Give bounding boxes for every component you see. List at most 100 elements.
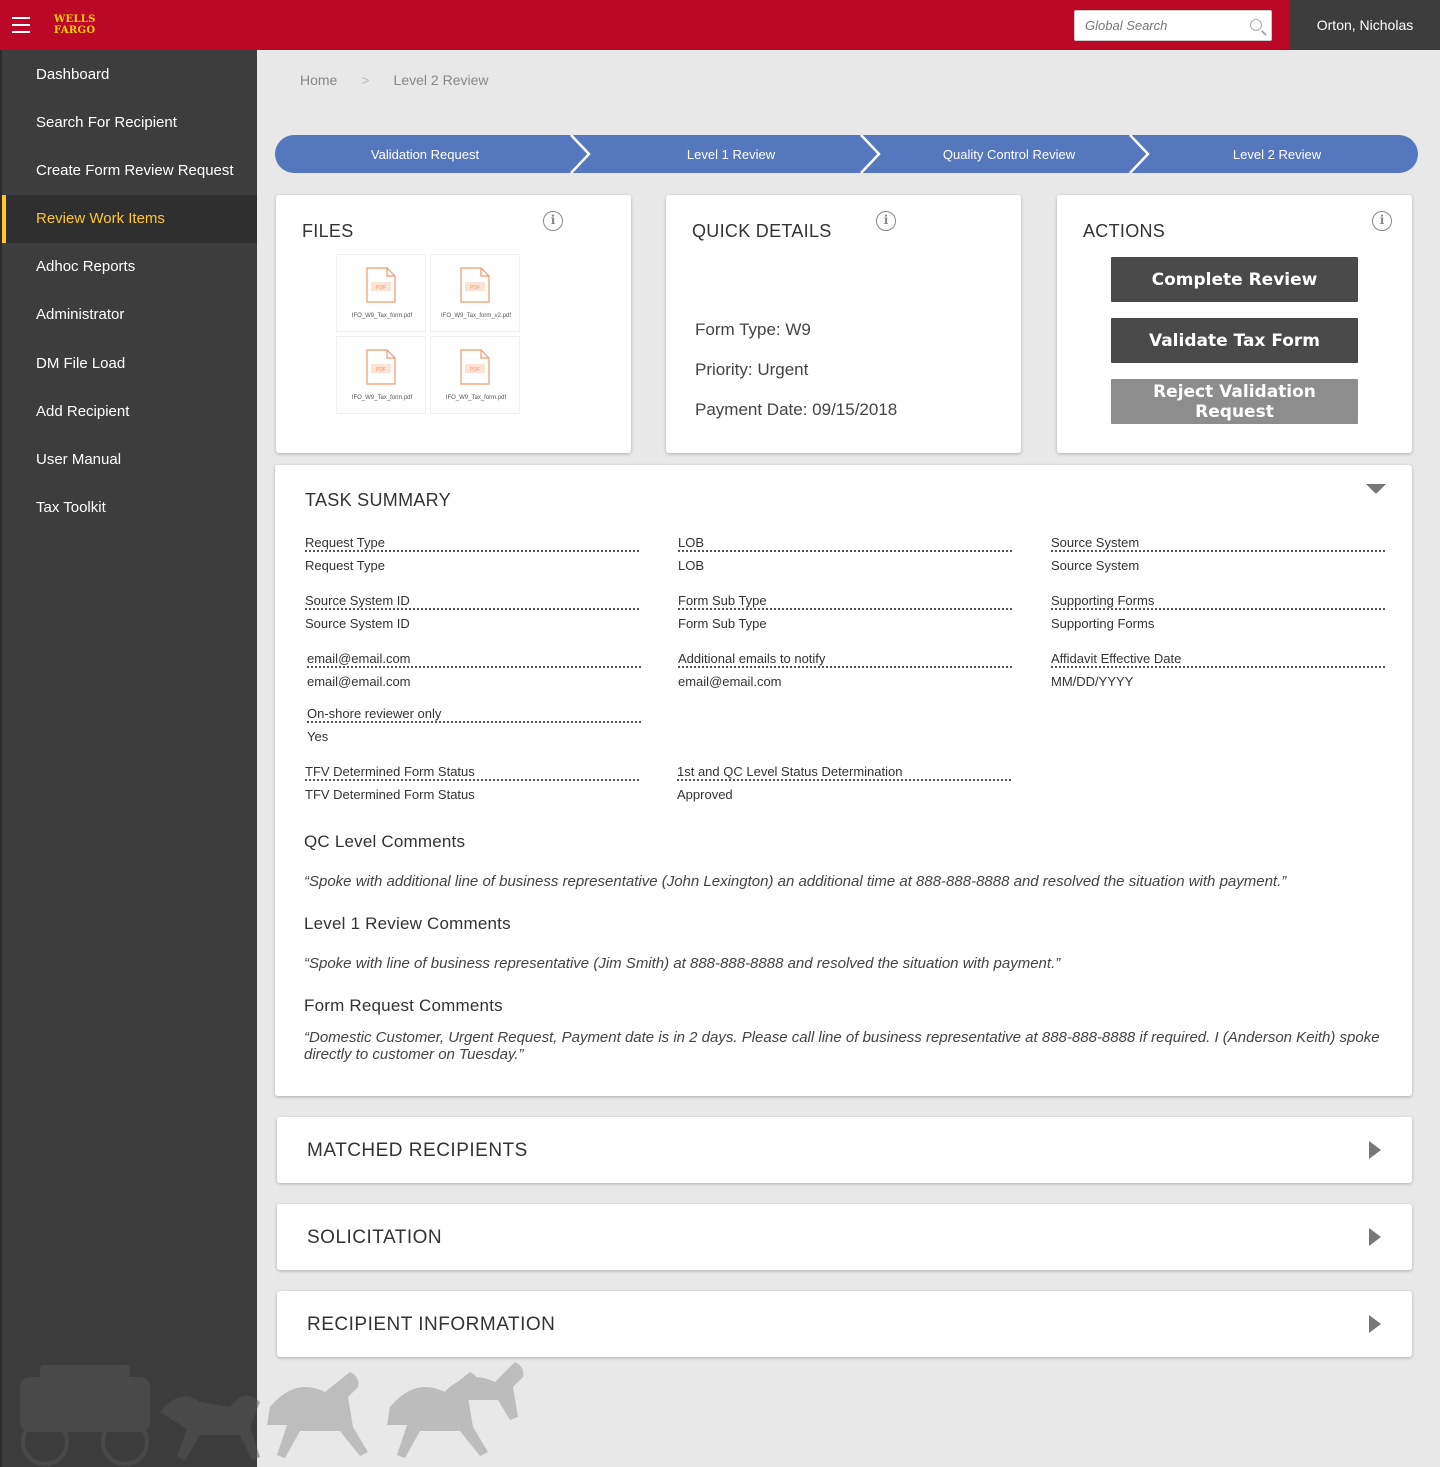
menu-icon[interactable] — [12, 17, 30, 33]
sidebar-item-review-work-items[interactable]: Review Work Items — [2, 195, 257, 243]
pdf-badge-text: PDF — [470, 285, 480, 291]
top-bar: WELLS FARGO Orton, Nicholas — [0, 0, 1440, 50]
files-title: FILES — [302, 221, 354, 241]
qc-comment: “Spoke with additional line of business … — [304, 873, 1287, 890]
recipient-information-section[interactable]: RECIPIENT INFORMATION — [277, 1291, 1412, 1357]
pdf-badge-text: PDF — [376, 285, 386, 291]
sidebar-item-administrator[interactable]: Administrator — [2, 291, 257, 339]
field-label: Source System — [1051, 534, 1385, 552]
field-value: Form Sub Type — [678, 616, 767, 631]
search-icon[interactable] — [1250, 19, 1262, 31]
field-value: Approved — [677, 787, 733, 802]
sidebar-item-search-for-recipient[interactable]: Search For Recipient — [2, 99, 257, 147]
sidebar-item-dashboard[interactable]: Dashboard — [2, 51, 257, 99]
sidebar-item-add-recipient[interactable]: Add Recipient — [2, 388, 257, 436]
global-search — [1074, 10, 1272, 41]
field-label: Request Type — [305, 534, 639, 552]
field-label: On-shore reviewer only — [307, 705, 641, 723]
sidebar-item-adhoc-reports[interactable]: Adhoc Reports — [2, 243, 257, 291]
field-value: email@email.com — [307, 674, 411, 689]
file-tile[interactable]: PDF IFO_W9_Tax_form.pdf — [430, 336, 520, 414]
field-value: Yes — [307, 729, 329, 744]
field-label: Source System ID — [305, 592, 639, 610]
field-tfv-form-status: TFV Determined Form Status TFV Determined… — [305, 763, 639, 803]
field-value: email@email.com — [678, 674, 782, 689]
field-label: 1st and QC Level Status Determination — [677, 763, 1011, 781]
info-icon[interactable]: i — [876, 211, 896, 231]
logo-line-1: WELLS — [54, 14, 96, 25]
field-source-system: Source System Source System — [1051, 534, 1385, 574]
field-onshore-reviewer: On-shore reviewer only Yes — [307, 705, 641, 745]
step-quality-control-review[interactable]: Quality Control Review — [875, 135, 1143, 173]
solicitation-section[interactable]: SOLICITATION — [277, 1204, 1412, 1270]
validate-tax-form-button[interactable]: Validate Tax Form — [1111, 318, 1358, 363]
user-menu[interactable]: Orton, Nicholas — [1290, 0, 1440, 50]
file-tile[interactable]: PDF IFO_W9_Tax_form_v2.pdf — [430, 254, 520, 332]
sidebar-item-dm-file-load[interactable]: DM File Load — [2, 340, 257, 388]
sidebar-item-user-manual[interactable]: User Manual — [2, 436, 257, 484]
global-search-input[interactable] — [1075, 11, 1245, 40]
workflow-steps: Validation Request Level 1 Review Qualit… — [275, 135, 1418, 173]
expand-arrow-icon[interactable] — [1369, 1141, 1381, 1159]
field-request-type: Request Type Request Type — [305, 534, 639, 574]
complete-review-button[interactable]: Complete Review — [1111, 257, 1358, 302]
field-label: LOB — [678, 534, 1012, 552]
field-value: Source System — [1051, 558, 1140, 573]
level-1-comment: “Spoke with line of business representat… — [304, 955, 1061, 972]
form-request-comment: “Domestic Customer, Urgent Request, Paym… — [304, 1029, 1380, 1063]
sidebar: Dashboard Search For Recipient Create Fo… — [0, 50, 257, 1467]
qc-comments-heading: QC Level Comments — [304, 832, 466, 851]
field-supporting-forms: Supporting Forms Supporting Forms — [1051, 592, 1385, 632]
quick-details-card: QUICK DETAILS i Form Type: W9 Priority: … — [666, 195, 1021, 453]
file-name: IFO_W9_Tax_form.pdf — [351, 395, 413, 401]
field-label: Form Sub Type — [678, 592, 1012, 610]
reject-validation-request-button[interactable]: Reject Validation Request — [1111, 379, 1358, 424]
section-title: RECIPIENT INFORMATION — [307, 1314, 556, 1335]
quick-details-title: QUICK DETAILS — [692, 221, 832, 241]
field-label: Affidavit Effective Date — [1051, 650, 1385, 668]
field-additional-emails: Additional emails to notify email@email.c… — [678, 650, 1012, 690]
field-value: Source System ID — [305, 616, 410, 631]
info-icon[interactable]: i — [1372, 211, 1392, 231]
file-tile[interactable]: PDF IFO_W9_Tax_form.pdf — [336, 254, 426, 332]
pdf-file-icon: PDF — [366, 267, 396, 303]
field-label: email@email.com — [307, 650, 641, 668]
info-icon[interactable]: i — [543, 211, 563, 231]
files-card: FILES i PDF IFO_W9_Tax_form.pdf PDF IFO_… — [276, 195, 631, 453]
field-source-system-id: Source System ID Source System ID — [305, 592, 639, 632]
breadcrumb-home[interactable]: Home — [300, 72, 337, 88]
sidebar-item-tax-toolkit[interactable]: Tax Toolkit — [2, 484, 257, 532]
matched-recipients-section[interactable]: MATCHED RECIPIENTS — [277, 1117, 1412, 1183]
field-label: Supporting Forms — [1051, 592, 1385, 610]
breadcrumb: Home > Level 2 Review — [300, 72, 488, 88]
field-form-sub-type: Form Sub Type Form Sub Type — [678, 592, 1012, 632]
stagecoach-watermark — [20, 1362, 524, 1466]
field-value: MM/DD/YYYY — [1051, 674, 1134, 689]
pdf-file-icon: PDF — [460, 349, 490, 385]
field-lob: LOB LOB — [678, 534, 1012, 574]
field-affidavit-effective-date: Affidavit Effective Date MM/DD/YYYY — [1051, 650, 1385, 690]
field-value: LOB — [678, 558, 705, 573]
expand-arrow-icon[interactable] — [1369, 1315, 1381, 1333]
wells-fargo-logo[interactable]: WELLS FARGO — [54, 14, 96, 36]
actions-card: ACTIONS i Complete Review Validate Tax F… — [1057, 195, 1412, 453]
field-status-determination: 1st and QC Level Status Determination App… — [677, 763, 1011, 803]
pdf-badge-text: PDF — [470, 367, 480, 373]
step-level-1-review[interactable]: Level 1 Review — [585, 135, 877, 173]
level-1-comments-heading: Level 1 Review Comments — [304, 914, 511, 933]
payment-date: Payment Date: 09/15/2018 — [695, 400, 898, 419]
sidebar-item-create-form-review-request[interactable]: Create Form Review Request — [2, 147, 257, 195]
breadcrumb-current: Level 2 Review — [393, 72, 489, 88]
step-level-2-review[interactable]: Level 2 Review — [1143, 135, 1411, 173]
file-name: IFO_W9_Tax_form.pdf — [351, 313, 413, 319]
form-type: Form Type: W9 — [695, 320, 811, 339]
field-email: email@email.com email@email.com — [307, 650, 641, 690]
file-tile[interactable]: PDF IFO_W9_Tax_form.pdf — [336, 336, 426, 414]
task-summary-title: TASK SUMMARY — [305, 490, 451, 510]
task-summary-card: TASK SUMMARY Request Type Request Type LO… — [275, 465, 1412, 1096]
field-value: TFV Determined Form Status — [305, 787, 475, 802]
expand-arrow-icon[interactable] — [1369, 1228, 1381, 1246]
priority: Priority: Urgent — [695, 360, 809, 379]
collapse-chevron-icon[interactable] — [1366, 484, 1386, 494]
step-validation-request[interactable]: Validation Request — [275, 135, 575, 173]
